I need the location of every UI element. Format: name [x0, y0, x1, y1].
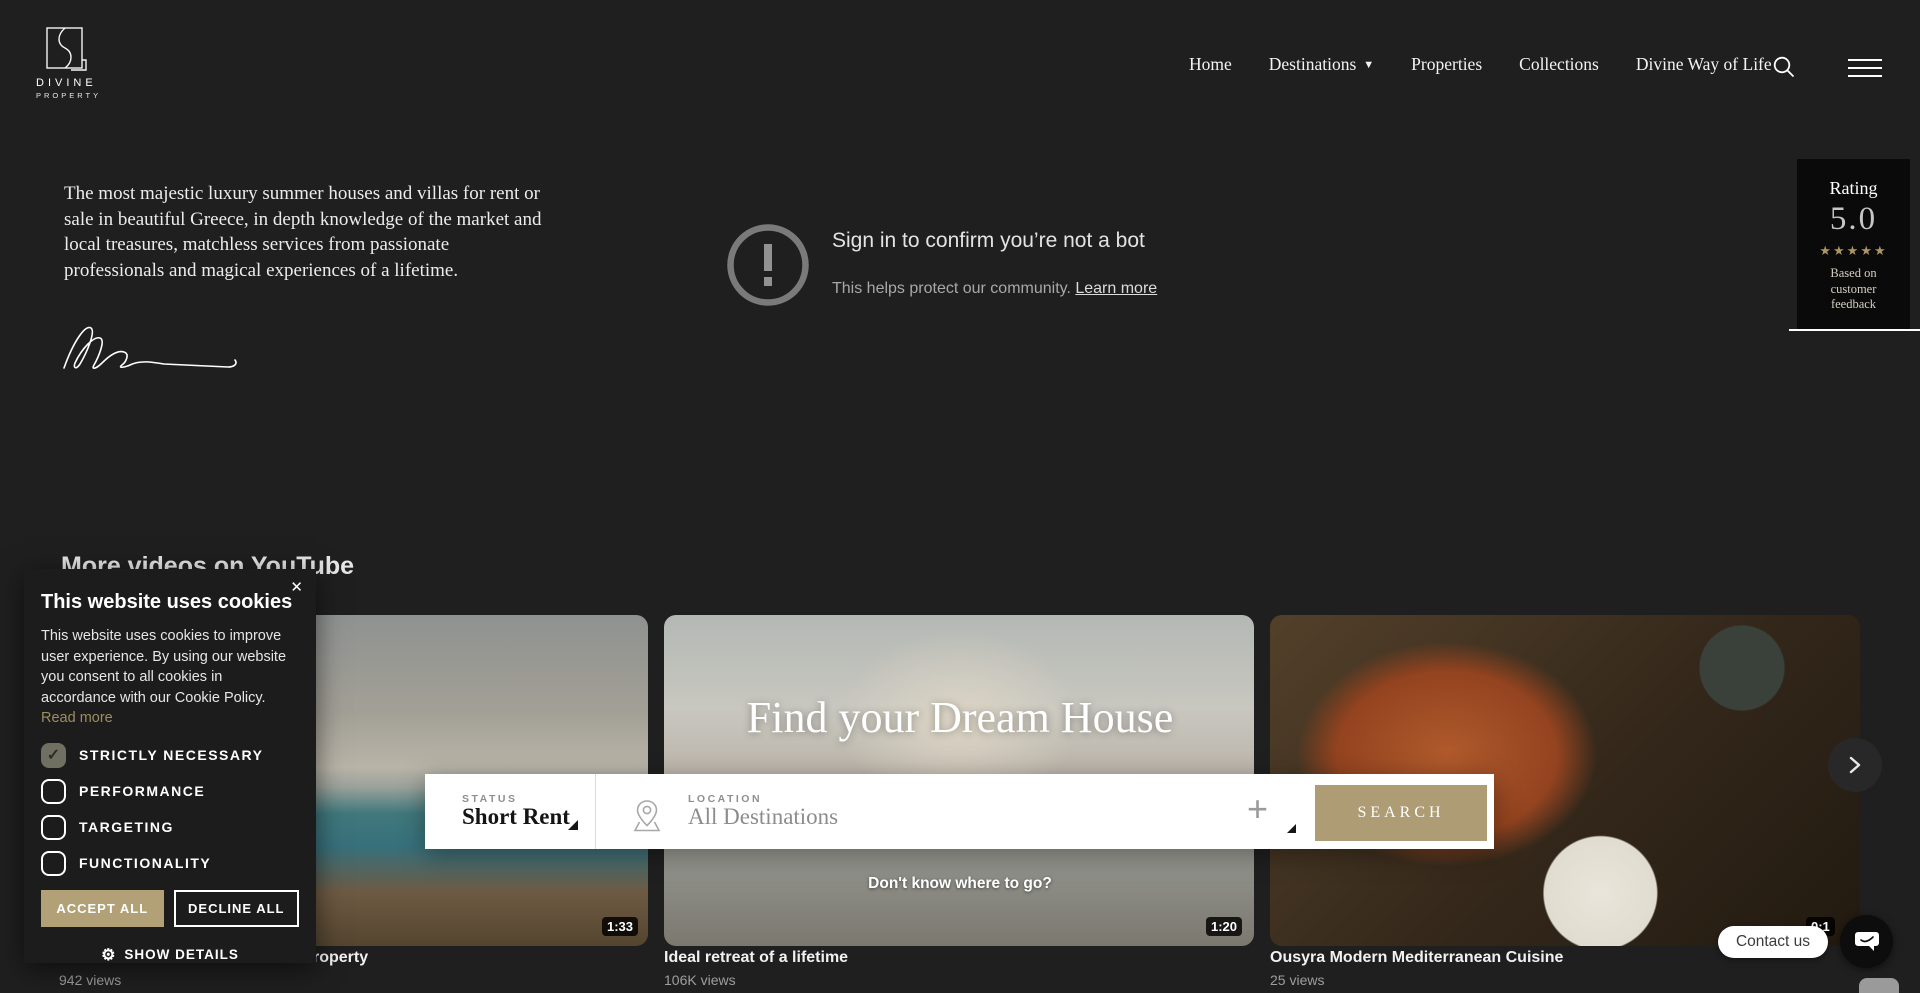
- hero-title: Find your Dream House: [660, 692, 1260, 743]
- video-title[interactable]: Ousyra Modern Mediterranean Cuisine: [1270, 949, 1563, 967]
- video-views: 942 views: [59, 972, 121, 988]
- dont-know-where-link[interactable]: Don't know where to go?: [760, 875, 1160, 893]
- signin-subtext: This helps protect our community. Learn …: [832, 280, 1157, 298]
- cookie-option-row: FUNCTIONALITY: [41, 851, 299, 876]
- widget-corner-chip: [1859, 978, 1899, 993]
- map-pin-icon: [630, 798, 664, 834]
- cookie-title: This website uses cookies: [41, 591, 299, 614]
- property-search-bar: STATUS Short Rent LOCATION All Destinati…: [425, 774, 1494, 849]
- gear-icon: ⚙: [101, 947, 116, 964]
- brand-logo-icon: [44, 26, 88, 72]
- plus-icon[interactable]: +: [1247, 788, 1268, 830]
- checkbox-functionality[interactable]: [41, 851, 66, 876]
- nav-item-properties[interactable]: Properties: [1411, 54, 1482, 75]
- page: DIVINE PROPERTY Home Destinations▼ Prope…: [0, 0, 1920, 993]
- cookie-options: ✓ STRICTLY NECESSARY PERFORMANCE TARGETI…: [41, 743, 299, 876]
- nav-item-destinations[interactable]: Destinations▼: [1269, 54, 1374, 75]
- nav-item-home[interactable]: Home: [1189, 54, 1232, 75]
- video-duration-badge: 1:33: [602, 917, 638, 936]
- checkbox-performance[interactable]: [41, 779, 66, 804]
- rating-stars: ★★★★★: [1797, 243, 1910, 259]
- video-title[interactable]: Ideal retreat of a lifetime: [664, 949, 848, 967]
- search-icon[interactable]: [1772, 55, 1796, 84]
- brand-subname: PROPERTY: [36, 91, 96, 100]
- menu-icon[interactable]: [1848, 59, 1882, 83]
- chat-button[interactable]: [1840, 915, 1893, 968]
- rating-underline: [1789, 329, 1920, 331]
- cookie-body: This website uses cookies to improve use…: [41, 626, 299, 729]
- learn-more-link[interactable]: Learn more: [1075, 280, 1157, 297]
- decline-all-button[interactable]: DECLINE ALL: [174, 890, 300, 927]
- chat-bubble-icon: [1853, 929, 1881, 955]
- search-button[interactable]: SEARCH: [1315, 785, 1487, 841]
- cookie-option-row: ✓ STRICTLY NECESSARY: [41, 743, 299, 768]
- video-views: 25 views: [1270, 972, 1324, 988]
- show-details-button[interactable]: ⚙SHOW DETAILS: [41, 944, 299, 964]
- main-nav: Home Destinations▼ Properties Collection…: [1189, 54, 1772, 75]
- nav-item-collections[interactable]: Collections: [1519, 54, 1599, 75]
- chevron-down-icon: ▼: [1363, 59, 1374, 71]
- intro-text: The most majestic luxury summer houses a…: [64, 181, 546, 283]
- cookie-option-label: TARGETING: [79, 819, 174, 835]
- divider: [595, 774, 596, 849]
- carousel-next-button[interactable]: [1828, 738, 1882, 792]
- cookie-consent-dialog: ✕ This website uses cookies This website…: [24, 569, 316, 963]
- close-icon[interactable]: ✕: [290, 578, 303, 596]
- rating-label: Rating: [1797, 159, 1910, 199]
- video-views: 106K views: [664, 972, 736, 988]
- status-select[interactable]: Short Rent: [462, 804, 570, 830]
- chevron-right-icon: [1846, 756, 1864, 774]
- cookie-option-label: FUNCTIONALITY: [79, 855, 211, 871]
- checkbox-strictly-necessary[interactable]: ✓: [41, 743, 66, 768]
- rating-widget[interactable]: Rating 5.0 ★★★★★ Based on customer feedb…: [1797, 159, 1910, 330]
- dropdown-triangle-icon: [568, 820, 578, 830]
- contact-us-label[interactable]: Contact us: [1718, 926, 1828, 958]
- brand-name: DIVINE: [36, 77, 96, 89]
- cookie-option-row: PERFORMANCE: [41, 779, 299, 804]
- signin-message: Sign in to confirm you’re not a bot: [832, 229, 1145, 253]
- checkbox-targeting[interactable]: [41, 815, 66, 840]
- exclamation-circle-icon: [726, 223, 810, 307]
- video-title[interactable]: roperty: [313, 949, 368, 967]
- nav-item-divine-way-of-life[interactable]: Divine Way of Life: [1636, 54, 1772, 75]
- rating-score: 5.0: [1797, 201, 1910, 238]
- signature-image: [60, 318, 245, 388]
- video-duration-badge: 1:20: [1206, 917, 1242, 936]
- cookie-option-label: STRICTLY NECESSARY: [79, 747, 263, 763]
- rating-caption: Based on customer feedback: [1814, 266, 1894, 313]
- read-more-link[interactable]: Read more: [41, 710, 113, 726]
- accept-all-button[interactable]: ACCEPT ALL: [41, 890, 164, 927]
- dropdown-triangle-icon: [1287, 824, 1296, 833]
- brand-logo[interactable]: DIVINE PROPERTY: [36, 26, 96, 100]
- cookie-option-row: TARGETING: [41, 815, 299, 840]
- cookie-option-label: PERFORMANCE: [79, 783, 205, 799]
- location-select[interactable]: All Destinations: [688, 804, 838, 830]
